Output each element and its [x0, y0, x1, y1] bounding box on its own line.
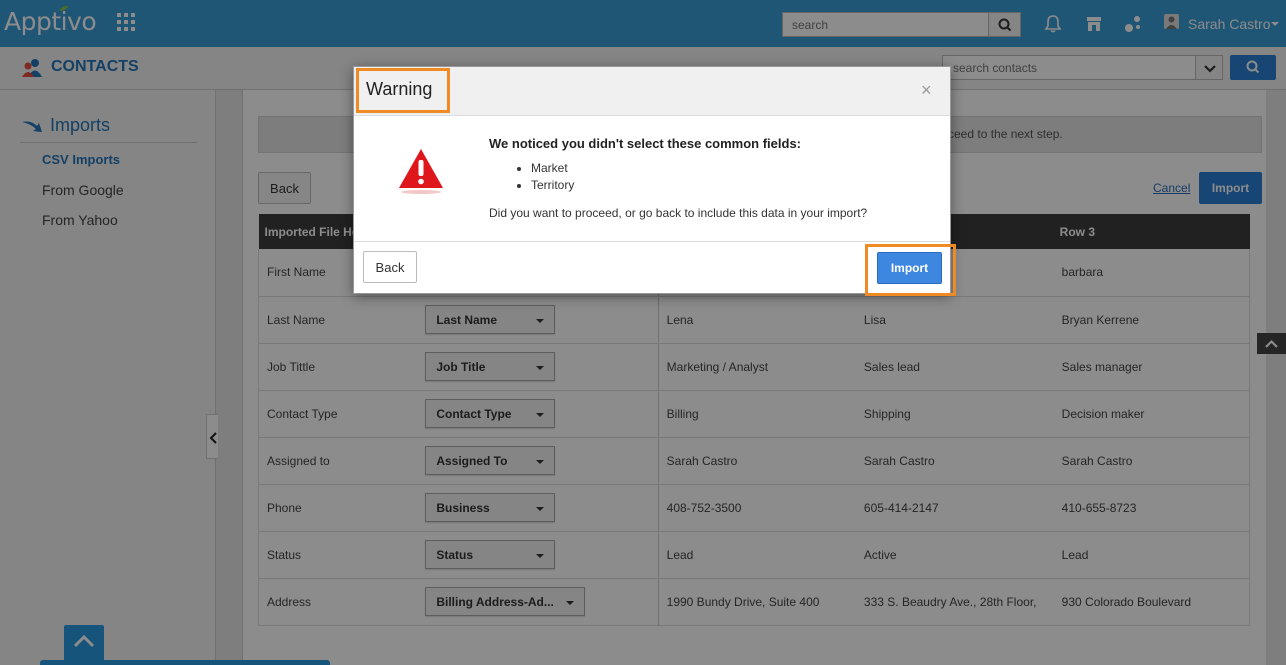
warning-dialog: Warning × We noticed you didn't select t…: [353, 66, 956, 296]
missing-fields-list: Market Territory: [531, 161, 574, 195]
dialog-import-button[interactable]: Import: [877, 252, 942, 284]
warning-icon: [399, 149, 443, 194]
title-highlight-box: [356, 68, 450, 113]
list-item: Territory: [531, 178, 574, 195]
dialog-footer-divider: [354, 241, 950, 242]
dialog-back-button[interactable]: Back: [363, 251, 417, 283]
close-icon[interactable]: ×: [921, 80, 932, 101]
list-item: Market: [531, 161, 574, 178]
dialog-header: Warning ×: [354, 67, 950, 116]
dialog-question: Did you want to proceed, or go back to i…: [489, 206, 868, 220]
dialog-message: We noticed you didn't select these commo…: [489, 136, 802, 151]
